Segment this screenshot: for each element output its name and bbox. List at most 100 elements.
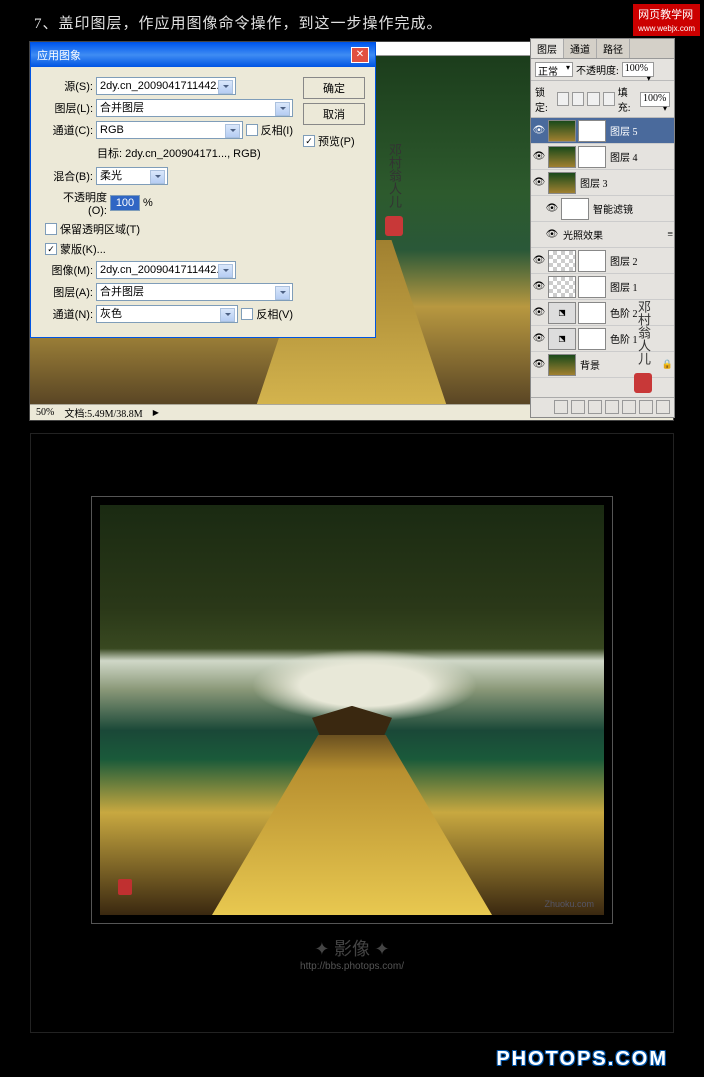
mask-icon[interactable] bbox=[588, 400, 602, 414]
image-dropdown[interactable]: 2dy.cn_2009041711442... bbox=[96, 261, 236, 279]
new-layer-icon[interactable] bbox=[639, 400, 653, 414]
preserve-checkbox[interactable] bbox=[45, 223, 57, 235]
channel2-dropdown[interactable]: 灰色 bbox=[96, 305, 238, 323]
layer2-dropdown[interactable]: 合并图层 bbox=[96, 283, 293, 301]
invert2-label: 反相(V) bbox=[256, 306, 293, 322]
layer-dropdown[interactable]: 合并图层 bbox=[96, 99, 293, 117]
fx-toggle-icon[interactable]: ≡ bbox=[667, 229, 673, 240]
mask-thumb bbox=[578, 250, 606, 272]
opacity-label: 不透明度(O): bbox=[45, 189, 107, 217]
layer-row[interactable]: 👁 图层 5 bbox=[531, 118, 674, 144]
image-label: 图像(M): bbox=[45, 262, 93, 278]
trash-icon[interactable] bbox=[656, 400, 670, 414]
layer-thumb bbox=[561, 198, 589, 220]
layer-name: 图层 5 bbox=[608, 123, 638, 138]
layer-name: 图层 2 bbox=[608, 253, 638, 268]
mask-thumb bbox=[578, 276, 606, 298]
visibility-icon[interactable]: 👁 bbox=[532, 332, 546, 346]
layer-row[interactable]: 👁 智能滤镜 bbox=[531, 196, 674, 222]
invert2-checkbox[interactable] bbox=[241, 308, 253, 320]
blend-label: 混合(B): bbox=[45, 168, 93, 184]
visibility-icon[interactable]: 👁 bbox=[532, 150, 546, 164]
channel-label: 通道(C): bbox=[45, 122, 93, 138]
zoom-level[interactable]: 50% bbox=[36, 407, 54, 418]
opacity-dropdown[interactable]: 100% bbox=[622, 62, 654, 77]
layer2-label: 图层(A): bbox=[45, 284, 93, 300]
source-label: 源(S): bbox=[45, 78, 93, 94]
apply-image-dialog: 应用图象 ✕ 源(S): 2dy.cn_2009041711442... 图层(… bbox=[30, 42, 376, 338]
invert-checkbox[interactable] bbox=[246, 124, 258, 136]
final-result: Zhuoku.com ✦ 影像 ✦ http://bbs.photops.com… bbox=[30, 433, 674, 1033]
layer-thumb bbox=[548, 120, 576, 142]
layer-row[interactable]: 👁图层 1 bbox=[531, 274, 674, 300]
layer-thumb bbox=[548, 146, 576, 168]
tab-layers[interactable]: 图层 bbox=[531, 39, 564, 58]
seal-icon bbox=[385, 216, 403, 236]
fill-dropdown[interactable]: 100% bbox=[640, 92, 670, 107]
tab-channels[interactable]: 通道 bbox=[564, 39, 597, 58]
layer-thumb bbox=[548, 276, 576, 298]
result-seal-icon bbox=[118, 879, 132, 895]
seal-icon-2 bbox=[634, 373, 652, 393]
result-image: Zhuoku.com bbox=[100, 505, 604, 915]
preserve-label: 保留透明区域(T) bbox=[60, 221, 140, 237]
link-icon[interactable] bbox=[554, 400, 568, 414]
source-dropdown[interactable]: 2dy.cn_2009041711442... bbox=[96, 77, 236, 95]
layer-row[interactable]: 👁 图层 2 bbox=[531, 248, 674, 274]
visibility-icon[interactable]: 👁 bbox=[545, 202, 559, 216]
target-text: 目标: 2dy.cn_200904171..., RGB) bbox=[45, 143, 293, 167]
opacity-input[interactable]: 100 bbox=[110, 195, 140, 211]
layer-row[interactable]: 👁 图层 3 bbox=[531, 170, 674, 196]
layer-label: 图层(L): bbox=[45, 100, 93, 116]
layer-thumb: ⬔ bbox=[548, 328, 576, 350]
dialog-title-text: 应用图象 bbox=[37, 47, 81, 63]
layers-panel-footer bbox=[531, 397, 674, 417]
layer-row[interactable]: 👁光照效果 ≡ bbox=[531, 222, 674, 248]
dialog-titlebar[interactable]: 应用图象 ✕ bbox=[31, 43, 375, 67]
visibility-icon[interactable]: 👁 bbox=[532, 176, 546, 190]
author-signature-2: 邓村翁人儿 bbox=[634, 300, 666, 393]
visibility-icon[interactable]: 👁 bbox=[532, 254, 546, 268]
close-icon[interactable]: ✕ bbox=[351, 47, 369, 63]
channel2-label: 通道(N): bbox=[45, 306, 93, 322]
adjustment-icon[interactable] bbox=[605, 400, 619, 414]
result-frame: Zhuoku.com bbox=[91, 496, 613, 924]
ok-button[interactable]: 确定 bbox=[303, 77, 365, 99]
bbs-credit: ✦ 影像 ✦ http://bbs.photops.com/ bbox=[252, 935, 452, 972]
blend-mode-dropdown[interactable]: 正常 bbox=[535, 62, 573, 77]
tab-paths[interactable]: 路径 bbox=[597, 39, 630, 58]
layer-name: 图层 4 bbox=[608, 149, 638, 164]
layer-thumb bbox=[548, 354, 576, 376]
mask-thumb bbox=[578, 328, 606, 350]
visibility-icon[interactable]: 👁 bbox=[532, 358, 546, 372]
doc-size: 文档:5.49M/38.8M bbox=[64, 405, 142, 420]
layer-thumb: ⬔ bbox=[548, 302, 576, 324]
photops-watermark: PHOTOPS.COM bbox=[496, 1048, 668, 1071]
lock-transparency-icon[interactable] bbox=[557, 92, 569, 106]
fx-icon[interactable] bbox=[571, 400, 585, 414]
mask-label: 蒙版(K)... bbox=[60, 241, 106, 257]
visibility-icon[interactable]: 👁 bbox=[532, 124, 546, 138]
preview-checkbox[interactable]: ✓ bbox=[303, 135, 315, 147]
visibility-icon[interactable]: 👁 bbox=[545, 228, 559, 242]
visibility-icon[interactable]: 👁 bbox=[532, 280, 546, 294]
layer-thumb bbox=[548, 250, 576, 272]
mask-checkbox[interactable]: ✓ bbox=[45, 243, 57, 255]
lock-paint-icon[interactable] bbox=[572, 92, 584, 106]
cancel-button[interactable]: 取消 bbox=[303, 103, 365, 125]
channel-dropdown[interactable]: RGB bbox=[96, 121, 243, 139]
layer-name: 智能滤镜 bbox=[591, 201, 633, 216]
mask-thumb bbox=[578, 120, 606, 142]
layer-name: 光照效果 bbox=[561, 227, 603, 242]
lock-move-icon[interactable] bbox=[587, 92, 599, 106]
lock-all-icon[interactable] bbox=[603, 92, 615, 106]
folder-icon[interactable] bbox=[622, 400, 636, 414]
blend-dropdown[interactable]: 柔光 bbox=[96, 167, 168, 185]
panel-tabs: 图层 通道 路径 bbox=[531, 39, 674, 59]
layer-name: 图层 3 bbox=[578, 175, 608, 190]
layer-row[interactable]: 👁 图层 4 bbox=[531, 144, 674, 170]
layer-name: 背景 bbox=[578, 357, 600, 372]
image-watermark: Zhuoku.com bbox=[544, 899, 594, 909]
author-signature: 邓村翁人儿 bbox=[385, 143, 427, 243]
visibility-icon[interactable]: 👁 bbox=[532, 306, 546, 320]
